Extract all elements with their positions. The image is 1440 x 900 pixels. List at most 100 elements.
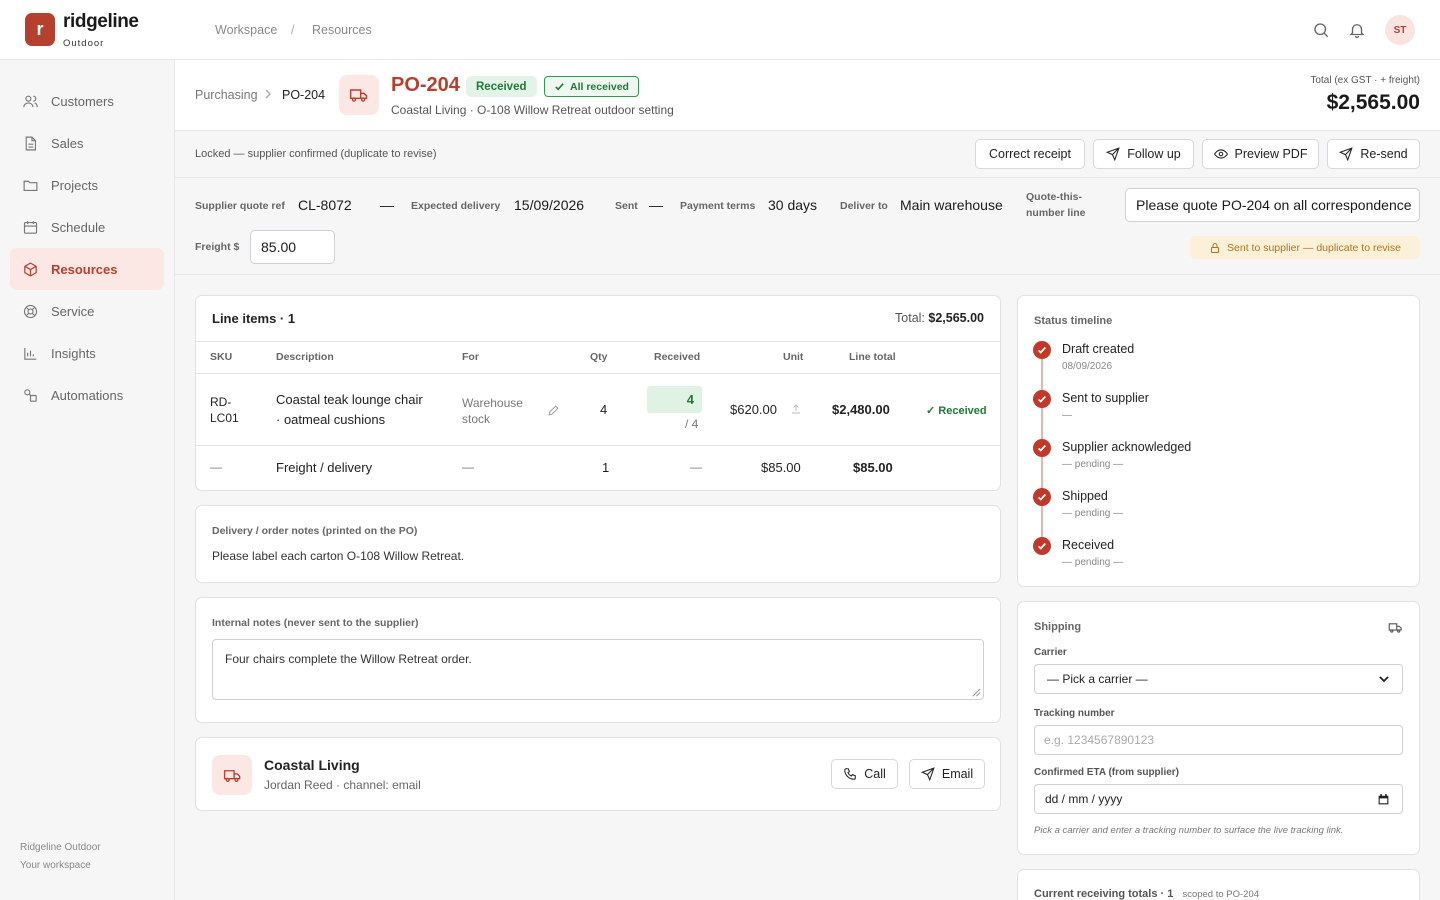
status-badge: Received [466,76,537,97]
follow-up-button[interactable]: Follow up [1093,139,1194,169]
column-header-for: For [462,351,479,363]
line-total-cell: $85.00 [853,460,893,475]
sent-label: Sent [615,200,638,212]
timeline-step-title: Sent to supplier [1062,391,1149,405]
deliver-to-value[interactable]: Main warehouse [900,197,1003,213]
folder-icon [23,180,38,191]
expected-delivery-value[interactable]: 15/09/2026 [514,197,584,213]
line-items-card: Line items · 1 Total: $2,565.00 SKU Desc… [195,295,1001,491]
supplier-quote-ref-value[interactable]: CL-8072 [298,197,352,213]
user-avatar[interactable]: ST [1385,15,1415,45]
follow-up-label: Follow up [1127,147,1181,161]
supplier-contact: Jordan Reed · channel: email [264,778,421,792]
column-header-qty: Qty [590,351,608,363]
quote-line-label-2: number line [1026,207,1086,219]
line-items-total-label: Total: [895,311,925,325]
sidebar-item-label: Customers [51,93,114,109]
column-header-unit: Unit [783,351,804,363]
timeline-step-sub: 08/09/2026 [1062,361,1113,372]
row-status: ✓ Received [926,405,987,417]
quote-line-label: Quote-this- [1026,191,1082,203]
freight-input[interactable]: 85.00 [250,230,335,264]
brand-logo[interactable]: r [25,13,55,46]
po-fields: Supplier quote ref CL-8072 — Expected de… [175,178,1440,275]
line-items-total: Total: $2,565.00 [895,311,984,325]
bar-chart-icon [24,347,37,360]
breadcrumb-resources[interactable]: Resources [312,23,372,37]
resend-label: Re-send [1360,147,1408,161]
receiving-totals-title: Current receiving totals · 1 scoped to P… [1034,888,1259,900]
sidebar-item-service[interactable]: Service [10,290,164,332]
chevron-down-icon [1379,676,1389,683]
document-icon [25,136,37,150]
upload-icon[interactable] [790,403,802,415]
shapes-icon [24,388,37,402]
timeline-step-title: Shipped [1062,489,1108,503]
eta-date-input[interactable]: dd / mm / yyyy [1034,784,1403,814]
receiving-scope: scoped to PO-204 [1182,889,1260,900]
resize-handle-icon[interactable] [972,688,981,697]
tracking-label: Tracking number [1034,708,1115,719]
breadcrumb-workspace[interactable]: Workspace [215,23,277,37]
sidebar-item-insights[interactable]: Insights [10,332,164,374]
breadcrumb-purchasing[interactable]: Purchasing [195,88,258,102]
sidebar-item-customers[interactable]: Customers [10,80,164,122]
carrier-select[interactable]: — Pick a carrier — [1034,664,1403,694]
correct-receipt-label: Correct receipt [989,147,1071,161]
sku-cell: RD- [210,395,232,409]
supplier-name: Coastal Living [264,757,360,773]
sidebar: Customers Sales Projects Schedule Resour… [0,60,175,900]
quote-line-input[interactable]: Please quote PO-204 on all correspondenc… [1125,188,1420,222]
preview-pdf-button[interactable]: Preview PDF [1202,139,1319,169]
duplicate-warning: Sent to supplier — duplicate to revise [1190,236,1420,259]
call-button[interactable]: Call [831,759,898,789]
truck-icon [1388,620,1403,635]
shipping-title: Shipping [1034,621,1082,633]
sidebar-item-automations[interactable]: Automations [10,374,164,416]
timeline-step-sub: — pending — [1062,508,1124,519]
timeline-step-sub: — pending — [1062,459,1124,470]
org-name: Ridgeline Outdoor [20,842,101,853]
line-items-total-value: $2,565.00 [928,311,984,325]
timeline-step-title: Draft created [1062,342,1135,356]
email-button[interactable]: Email [909,759,985,789]
payment-terms-label: Payment terms [680,200,756,212]
received-qty-input[interactable]: 4 [647,386,702,413]
eye-icon [1213,149,1228,159]
delivery-notes-text: Please label each carton O-108 Willow Re… [212,549,465,563]
workspace-label: Your workspace [20,860,91,871]
supplier-quote-ref-label: Supplier quote ref [195,200,285,212]
internal-notes-text: Four chairs complete the Willow Retreat … [225,652,472,666]
action-bar: Locked — supplier confirmed (duplicate t… [175,131,1440,178]
sku-cell: — [210,460,222,474]
top-bar: r ridgeline Outdoor Workspace / Resource… [0,0,1440,60]
column-header-received: Received [654,351,701,363]
correct-receipt-button[interactable]: Correct receipt [975,139,1085,169]
for-cell: — [462,460,474,474]
sidebar-item-projects[interactable]: Projects [10,164,164,206]
resend-button[interactable]: Re-send [1327,139,1420,169]
sidebar-item-resources[interactable]: Resources [10,248,164,290]
sidebar-item-label: Projects [51,177,98,193]
sidebar-item-schedule[interactable]: Schedule [10,206,164,248]
internal-notes-card: Internal notes (never sent to the suppli… [195,597,1001,723]
shipping-hint: Pick a carrier and enter a tracking numb… [1034,825,1344,836]
check-icon [1033,537,1051,555]
qty-cell: 1 [602,460,610,475]
column-header-description: Description [276,351,334,363]
tracking-input[interactable]: e.g. 1234567890123 [1034,725,1403,755]
pencil-icon[interactable] [547,404,560,417]
bell-icon[interactable] [1348,21,1366,39]
description-cell: Coastal teak lounge chair [276,392,423,407]
internal-notes-textarea[interactable]: Four chairs complete the Willow Retreat … [212,639,984,700]
for-cell: Warehouse [462,396,523,410]
payment-terms-value[interactable]: 30 days [768,197,817,213]
timeline-title: Status timeline [1034,315,1113,327]
brand-name: ridgeline [63,11,139,32]
lifebuoy-icon [23,304,38,318]
search-icon[interactable] [1312,21,1330,39]
sidebar-item-sales[interactable]: Sales [10,122,164,164]
column-header-line-total: Line total [849,351,896,363]
sidebar-item-label: Resources [51,261,118,277]
sidebar-item-label: Service [51,303,95,319]
